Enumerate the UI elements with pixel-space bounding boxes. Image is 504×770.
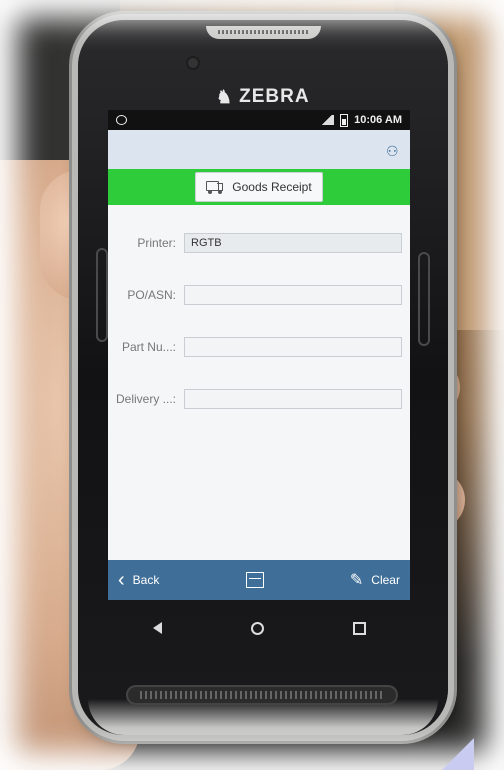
scan-button[interactable] <box>245 572 264 588</box>
delivery-label: Delivery ...: <box>116 392 177 406</box>
printer-row: Printer: <box>108 217 410 269</box>
po-asn-row: PO/ASN: <box>108 269 410 321</box>
delivery-field[interactable] <box>184 389 402 409</box>
title-bar: Goods Receipt <box>108 169 410 205</box>
po-asn-label: PO/ASN: <box>127 288 176 302</box>
part-number-label: Part Nu...: <box>121 340 176 354</box>
nav-back-icon[interactable] <box>152 622 162 634</box>
chevron-left-icon: ‹ <box>118 569 125 591</box>
printer-field[interactable] <box>184 233 402 253</box>
part-number-field[interactable] <box>184 337 402 357</box>
delivery-row: Delivery ...: <box>108 373 410 425</box>
po-asn-field[interactable] <box>184 285 402 305</box>
zebra-head-icon: ♞ <box>216 86 234 107</box>
app-screen: 10:06 AM ⚇ Goods Receipt Printer: PO/ASN… <box>108 110 410 600</box>
right-side-button[interactable] <box>418 252 430 346</box>
truck-icon <box>206 181 224 194</box>
notification-icon <box>116 115 127 125</box>
battery-icon <box>340 113 349 127</box>
front-camera <box>188 58 198 68</box>
scan-icon <box>245 572 264 588</box>
goods-receipt-title: Goods Receipt <box>195 172 323 202</box>
clear-button[interactable]: ✎ Clear <box>350 570 400 590</box>
receipt-form: Printer: PO/ASN: Part Nu...: Delivery ..… <box>108 205 410 425</box>
printer-label: Printer: <box>137 236 176 250</box>
zebra-handheld-device: ♞ ZEBRA 10:06 AM ⚇ Goods Receipt Printer… <box>78 20 448 735</box>
clear-label: Clear <box>371 573 400 587</box>
footer-bar: ‹ Back ✎ Clear <box>108 560 410 600</box>
brand-name: ZEBRA <box>239 86 310 107</box>
nav-home-icon[interactable] <box>250 621 264 635</box>
android-nav-bar <box>108 608 410 648</box>
user-icon[interactable]: ⚇ <box>386 144 400 158</box>
left-side-button[interactable] <box>96 248 108 342</box>
status-time: 10:06 AM <box>354 114 402 126</box>
back-button[interactable]: ‹ Back <box>118 570 159 590</box>
part-number-row: Part Nu...: <box>108 321 410 373</box>
eraser-icon: ✎ <box>349 572 364 589</box>
nav-recent-icon[interactable] <box>352 621 366 635</box>
signal-icon <box>320 115 335 125</box>
back-label: Back <box>132 573 160 587</box>
corner-triangle <box>442 738 474 770</box>
top-speaker <box>206 26 321 39</box>
bottom-speaker-grille <box>126 685 398 705</box>
page-title: Goods Receipt <box>232 180 312 194</box>
app-header: ⚇ <box>108 130 410 169</box>
status-bar: 10:06 AM <box>108 110 410 130</box>
brand-logo: ♞ ZEBRA <box>216 86 310 108</box>
